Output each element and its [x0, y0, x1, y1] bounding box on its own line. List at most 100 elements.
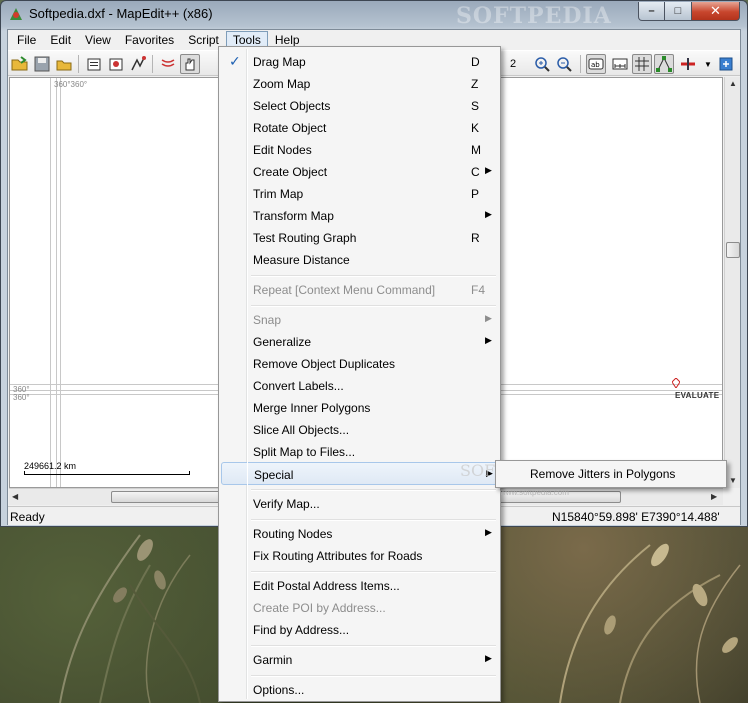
zoom-in-icon[interactable] — [532, 54, 552, 74]
title-bar[interactable]: Softpedia.dxf - MapEdit++ (x86) SOFTPEDI… — [1, 1, 747, 29]
maximize-button[interactable]: □ — [665, 2, 692, 21]
menu-item-label: Split Map to Files... — [253, 445, 356, 459]
menu-separator — [251, 675, 496, 677]
grid-toggle-icon[interactable] — [632, 54, 652, 74]
menu-item-label: Transform Map — [253, 209, 334, 223]
evaluate-overlay: EVALUATE — [675, 391, 720, 400]
menu-separator — [251, 305, 496, 307]
menu-item-verify-map[interactable]: Verify Map... — [221, 493, 498, 514]
menu-item-edit-nodes[interactable]: Edit Nodes M — [221, 139, 498, 160]
softpedia-url-watermark: www.softpedia.com — [500, 488, 569, 497]
menu-view[interactable]: View — [78, 31, 118, 49]
menu-item-measure-distance[interactable]: Measure Distance — [221, 249, 498, 270]
menu-item-drag-map[interactable]: ✓ Drag Map D — [221, 51, 498, 72]
shortcut-label: M — [471, 143, 481, 157]
hand-drag-icon[interactable] — [180, 54, 200, 74]
toolbar-separator — [152, 55, 153, 73]
menu-item-options[interactable]: Options... — [221, 679, 498, 700]
menu-item-routing-nodes[interactable]: Routing Nodes ▶ — [221, 523, 498, 544]
menu-item-label: Merge Inner Polygons — [253, 401, 371, 415]
menu-item-select-objects[interactable]: Select Objects S — [221, 95, 498, 116]
map-marker-icon — [672, 378, 680, 388]
window-title: Softpedia.dxf - MapEdit++ (x86) — [29, 6, 213, 21]
save-icon[interactable] — [32, 54, 52, 74]
dropdown-arrow-icon[interactable]: ▼ — [698, 54, 718, 74]
menu-item-special[interactable]: Special ▶ — [221, 462, 498, 485]
menu-item-label: Create Object — [253, 165, 328, 179]
menu-item-edit-postal-address[interactable]: Edit Postal Address Items... — [221, 575, 498, 596]
menu-item-trim-map[interactable]: Trim Map P — [221, 183, 498, 204]
menu-item-repeat-command: Repeat [Context Menu Command] F4 — [221, 279, 498, 300]
properties-icon[interactable] — [84, 54, 104, 74]
export-icon[interactable] — [716, 54, 736, 74]
menu-item-label: Drag Map — [253, 55, 306, 69]
scroll-down-icon[interactable]: ▼ — [729, 476, 737, 485]
menu-separator — [251, 275, 496, 277]
menu-item-label: Remove Object Duplicates — [253, 357, 396, 371]
menu-item-label: Routing Nodes — [253, 527, 333, 541]
submenu-arrow-icon: ▶ — [485, 313, 492, 323]
menu-item-split-map[interactable]: Split Map to Files... — [221, 441, 498, 462]
submenu-arrow-icon: ▶ — [485, 527, 492, 537]
menu-separator — [251, 645, 496, 647]
menu-item-slice-all-objects[interactable]: Slice All Objects... — [221, 419, 498, 440]
shortcut-label: C — [471, 165, 480, 179]
menu-item-fix-routing-attributes[interactable]: Fix Routing Attributes for Roads — [221, 545, 498, 566]
menu-item-test-routing-graph[interactable]: Test Routing Graph R — [221, 227, 498, 248]
menu-item-find-by-address[interactable]: Find by Address... — [221, 619, 498, 640]
shortcut-label: P — [471, 187, 480, 201]
menu-file[interactable]: File — [10, 31, 43, 49]
toolbar-separator — [580, 55, 581, 73]
menu-item-label: Test Routing Graph — [253, 231, 357, 245]
svg-text:ab: ab — [591, 61, 600, 69]
menu-item-remove-jitters[interactable]: Remove Jitters in Polygons — [530, 467, 675, 481]
grid-line — [50, 78, 51, 487]
menu-item-transform-map[interactable]: Transform Map ▶ — [221, 205, 498, 226]
menu-item-remove-duplicates[interactable]: Remove Object Duplicates — [221, 353, 498, 374]
label-toggle-icon[interactable]: ab — [586, 54, 606, 74]
zoom-out-icon[interactable] — [554, 54, 574, 74]
menu-item-generalize[interactable]: Generalize ▶ — [221, 331, 498, 352]
shortcut-label: F4 — [471, 283, 486, 297]
menu-item-label: Generalize — [253, 335, 312, 349]
menu-item-garmin[interactable]: Garmin ▶ — [221, 649, 498, 670]
route-icon[interactable] — [128, 54, 148, 74]
grid-line — [56, 78, 57, 487]
menu-item-create-object[interactable]: Create Object C ▶ — [221, 161, 498, 182]
scroll-left-icon[interactable]: ◀ — [12, 492, 18, 501]
submenu-arrow-icon: ▶ — [485, 209, 492, 219]
menu-item-label: Find by Address... — [253, 623, 350, 637]
zoom-level-field[interactable]: 2 — [502, 54, 524, 74]
scale-label: 249661.2 km — [24, 461, 77, 471]
vertical-scrollbar[interactable]: ▲ ▼ — [724, 77, 740, 488]
menu-item-label: Fix Routing Attributes for Roads — [253, 549, 423, 563]
scale-toggle-icon[interactable] — [610, 54, 630, 74]
menu-item-label: Slice All Objects... — [253, 423, 350, 437]
scroll-right-icon[interactable]: ▶ — [711, 492, 717, 501]
scale-bar — [24, 471, 190, 475]
wave-tool-icon[interactable] — [158, 54, 178, 74]
menu-edit[interactable]: Edit — [43, 31, 78, 49]
menu-favorites[interactable]: Favorites — [118, 31, 181, 49]
open-file-icon[interactable] — [54, 54, 74, 74]
menu-item-rotate-object[interactable]: Rotate Object K — [221, 117, 498, 138]
coordinates-readout: N15840°59.898' E7390°14.488' — [552, 510, 720, 524]
vertical-scroll-thumb[interactable] — [726, 242, 740, 258]
map-settings-icon[interactable] — [106, 54, 126, 74]
shortcut-label: D — [471, 55, 480, 69]
menu-item-label: Rotate Object — [253, 121, 327, 135]
routing-node-icon[interactable] — [678, 54, 698, 74]
menu-item-convert-labels[interactable]: Convert Labels... — [221, 375, 498, 396]
menu-item-zoom-map[interactable]: Zoom Map Z — [221, 73, 498, 94]
grid-label: 360° — [13, 393, 30, 402]
special-submenu: Remove Jitters in Polygons — [495, 460, 727, 488]
minimize-button[interactable]: – — [638, 2, 665, 21]
nodes-toggle-icon[interactable] — [654, 54, 674, 74]
checkmark-icon: ✓ — [229, 53, 241, 69]
menu-item-merge-inner-polygons[interactable]: Merge Inner Polygons — [221, 397, 498, 418]
menu-separator — [251, 571, 496, 573]
close-button[interactable]: ✕ — [692, 2, 740, 21]
open-folder-icon[interactable] — [10, 54, 30, 74]
menu-separator — [251, 519, 496, 521]
scroll-up-icon[interactable]: ▲ — [729, 79, 737, 88]
